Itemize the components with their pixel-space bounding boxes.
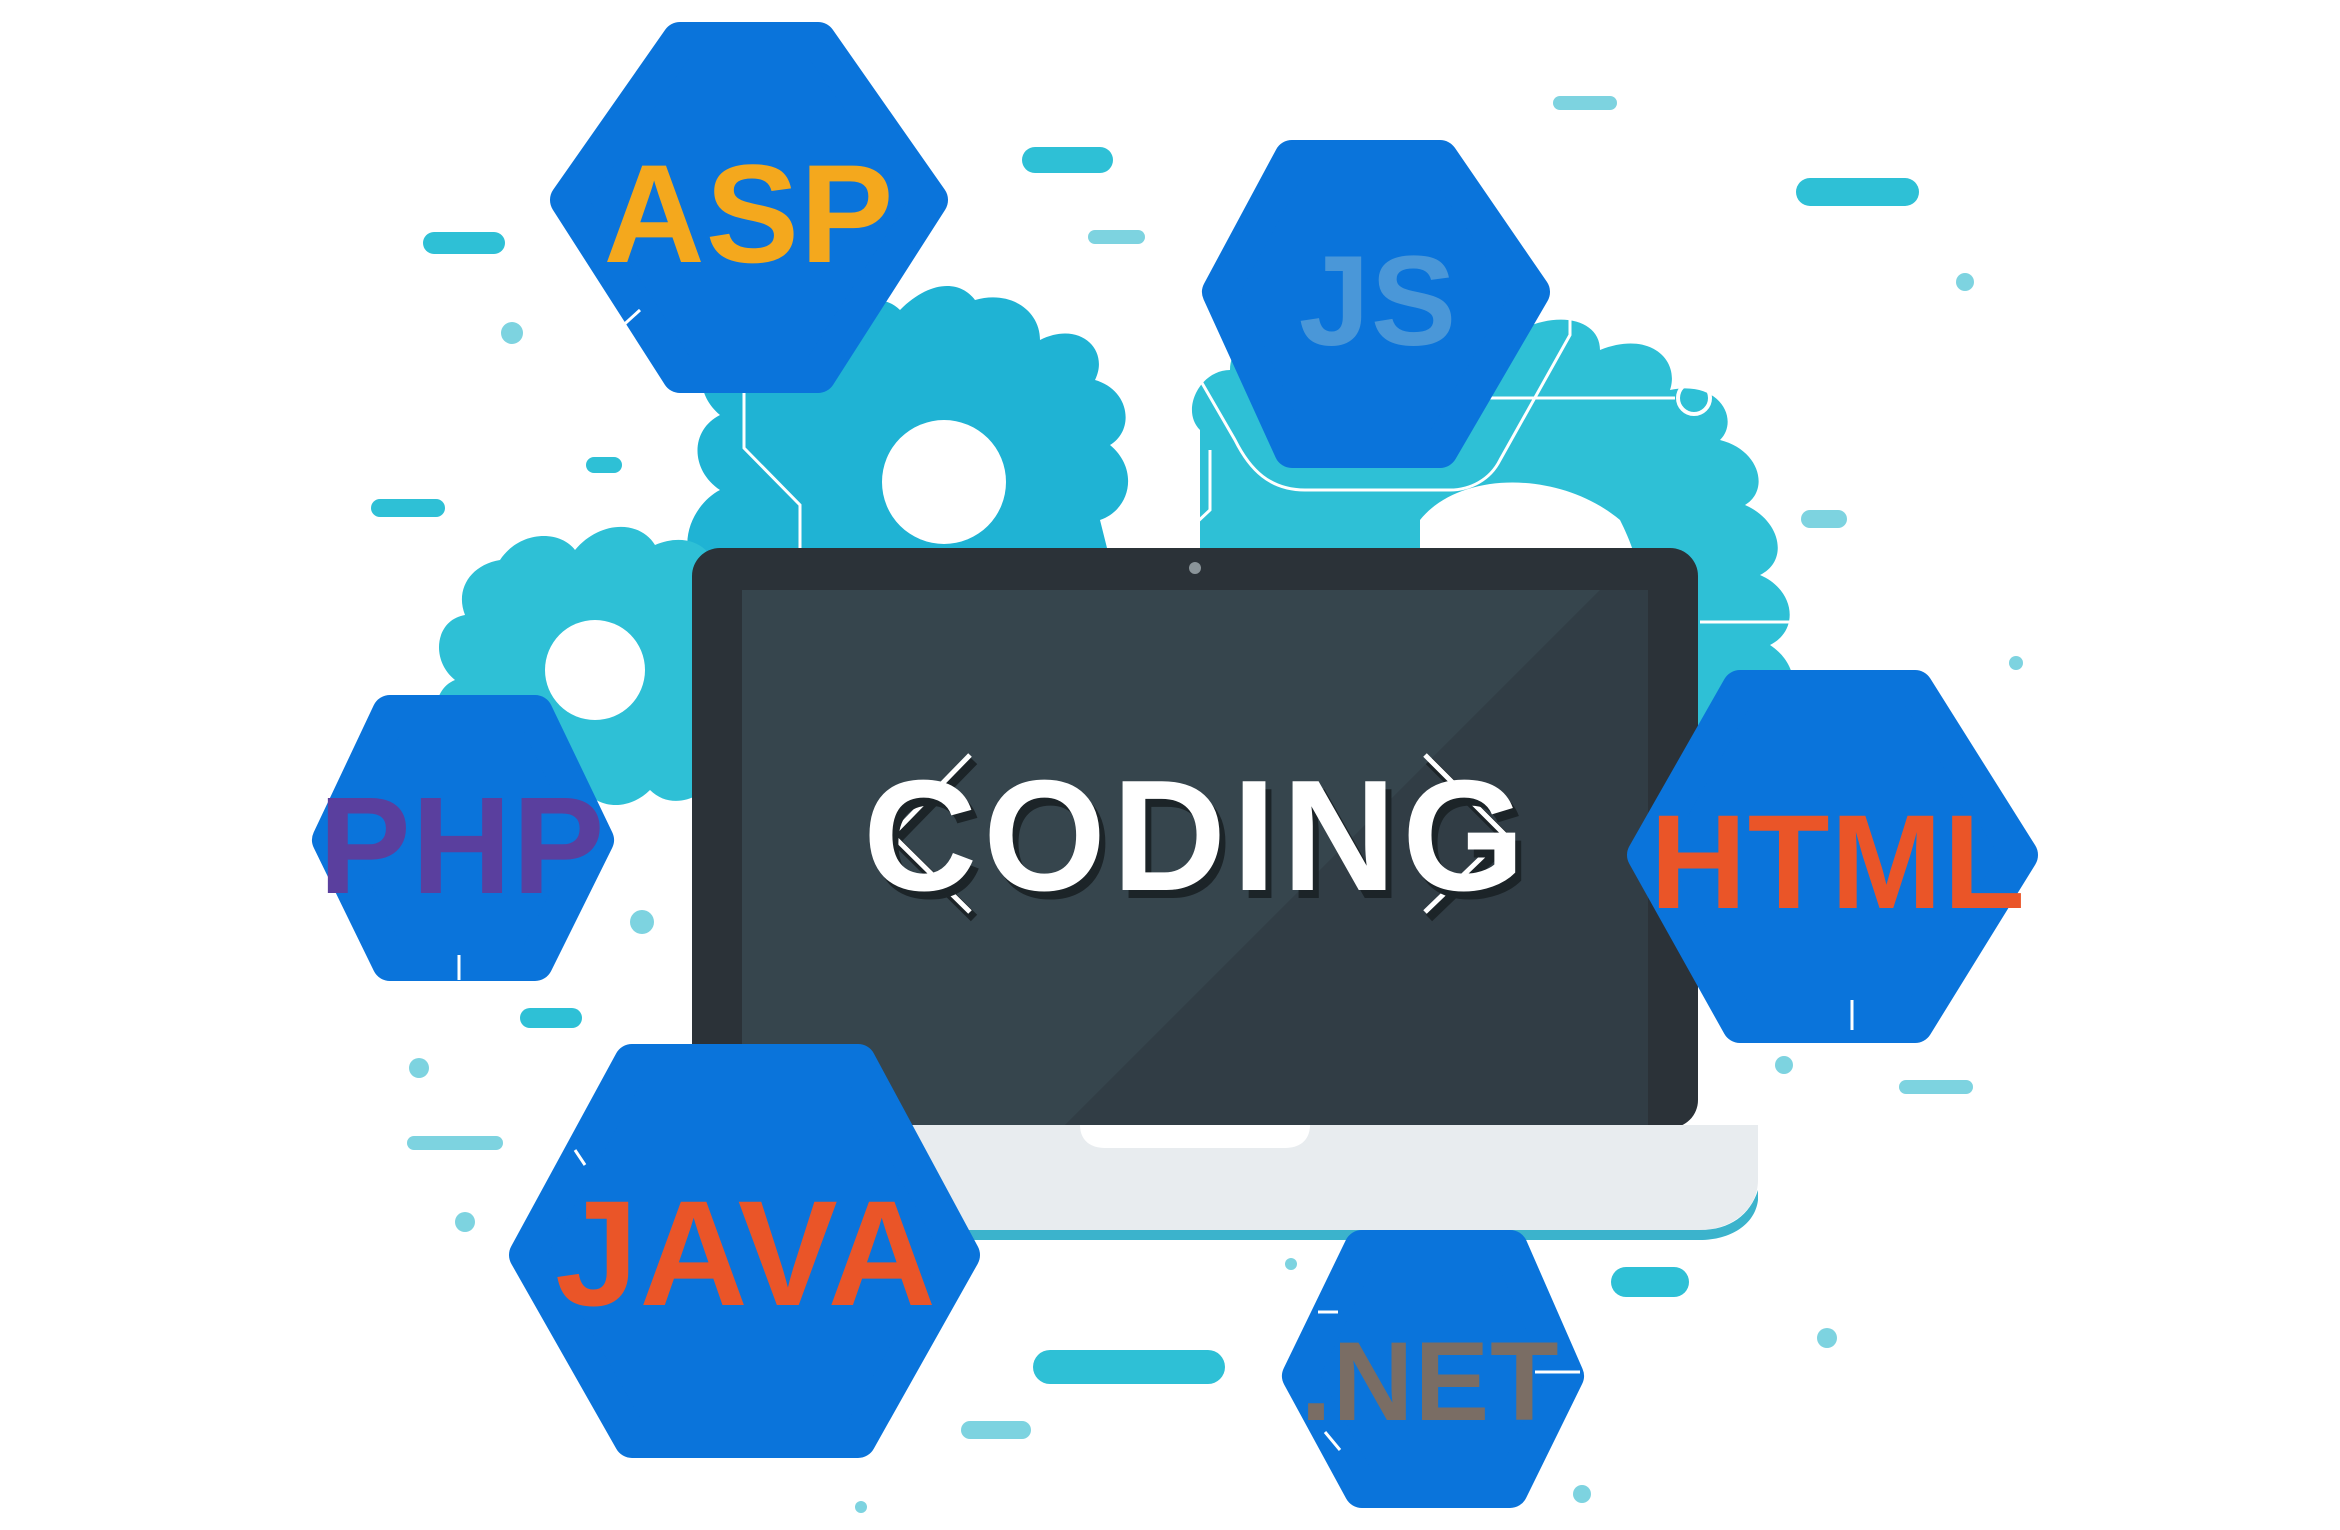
coding-illustration: CODING CODING ASP JS PHP HTML JAVA .NET [312, 22, 2038, 1513]
webcam [1189, 562, 1201, 574]
language-label-js: JS [1299, 230, 1458, 373]
hex-badge-js: JS [1202, 140, 1550, 468]
hex-badge-php: PHP [312, 695, 614, 981]
language-label-asp: ASP [604, 135, 895, 292]
language-label-net: .NET [1300, 1319, 1559, 1444]
laptop-touchpad-notch [1080, 1125, 1310, 1148]
coding-title: CODING [863, 748, 1531, 924]
language-label-php: PHP [319, 769, 606, 923]
hex-badge-java: JAVA [509, 1044, 980, 1458]
language-label-html: HTML [1650, 788, 2026, 937]
language-label-java: JAVA [555, 1169, 937, 1337]
hex-badge-html: HTML [1627, 670, 2038, 1043]
hex-badge-net: .NET [1282, 1230, 1584, 1508]
